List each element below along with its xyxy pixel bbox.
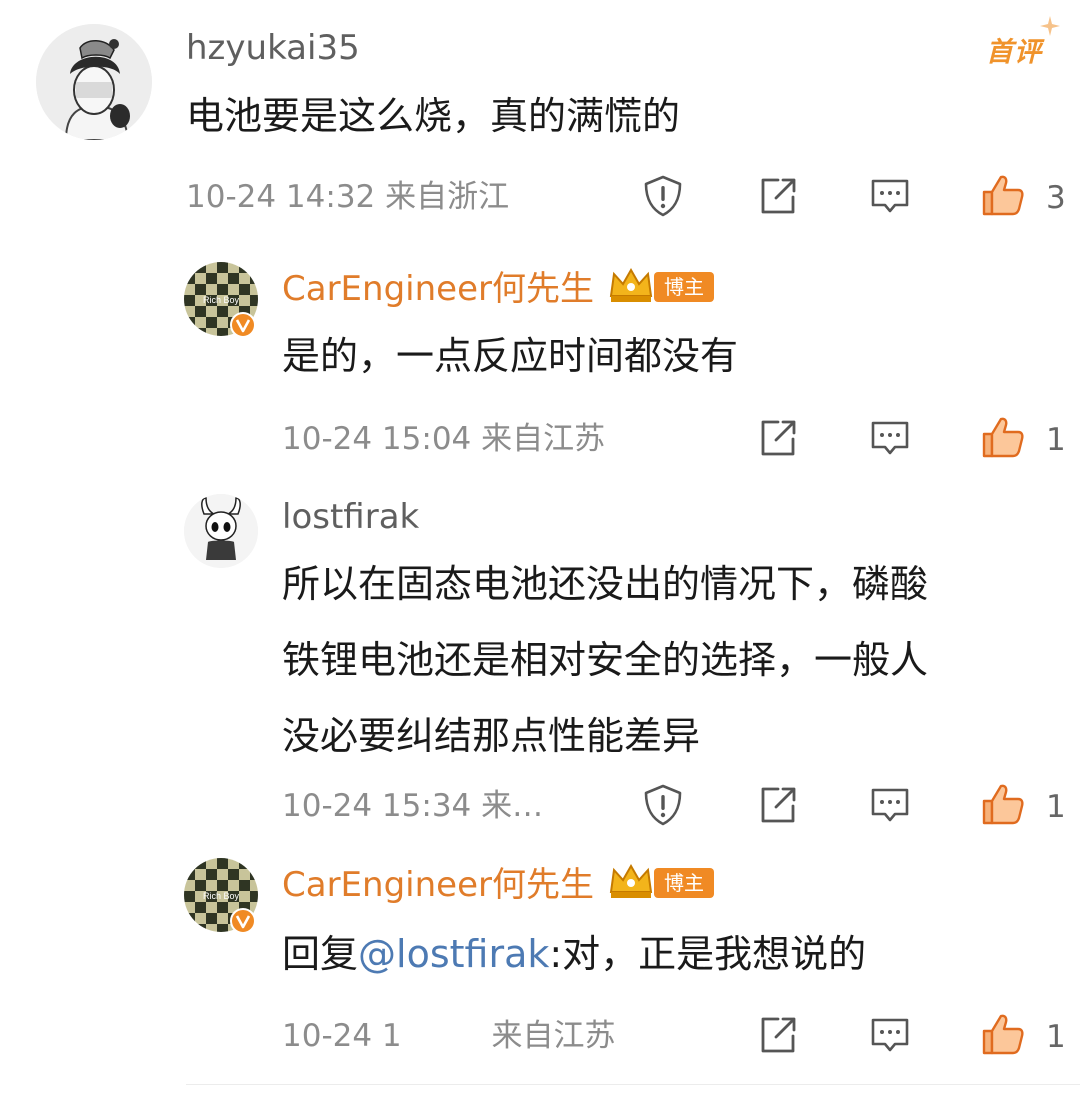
reply-text-line: 没必要纠结那点性能差异	[282, 714, 701, 758]
report-icon[interactable]	[641, 783, 685, 827]
crown-icon	[609, 863, 653, 898]
comment-icon[interactable]	[868, 174, 912, 218]
reply-prefix: 回复	[282, 932, 359, 976]
like-count: 1	[1046, 422, 1066, 458]
host-badge: 博主	[654, 272, 714, 302]
comment-icon[interactable]	[868, 1013, 912, 1057]
comment-icon[interactable]	[868, 416, 912, 460]
commenter-name[interactable]: CarEngineer何先生	[282, 865, 594, 905]
like-icon[interactable]	[980, 414, 1026, 460]
reply-meta: 10-24 1 来自江苏	[282, 1016, 616, 1056]
like-count: 1	[1046, 789, 1066, 825]
comment-text: 电池要是这么烧，真的满慌的	[186, 94, 681, 138]
reply-text-line: 所以在固态电池还没出的情况下，磷酸	[282, 562, 929, 606]
commenter-name[interactable]: CarEngineer何先生	[282, 269, 594, 309]
blurred-region	[401, 1020, 482, 1055]
reply-body: :对，正是我想说的	[549, 932, 867, 976]
crown-icon	[609, 267, 653, 302]
avatar[interactable]	[36, 24, 152, 140]
avatar-label: Rich Boy	[203, 891, 240, 901]
reply-meta: 10-24 15:04 来自江苏	[282, 421, 606, 457]
like-icon[interactable]	[980, 1011, 1026, 1057]
comment-meta: 10-24 14:32 来自浙江	[186, 179, 510, 215]
reply-text-line: 铁锂电池还是相对安全的选择，一般人	[282, 638, 929, 682]
avatar[interactable]	[184, 494, 258, 568]
reply-text: 是的，一点反应时间都没有	[282, 334, 739, 378]
sparkle-icon	[1040, 16, 1060, 36]
verified-icon	[230, 908, 256, 934]
share-icon[interactable]	[756, 416, 800, 460]
report-icon[interactable]	[641, 174, 685, 218]
comment-icon[interactable]	[868, 783, 912, 827]
reply-date: 10-24 1	[282, 1018, 402, 1054]
host-badge: 博主	[654, 868, 714, 898]
share-icon[interactable]	[756, 783, 800, 827]
avatar-label: Rich Boy	[203, 295, 240, 305]
like-icon[interactable]	[980, 781, 1026, 827]
verified-icon	[230, 312, 256, 338]
reply-meta: 10-24 15:34 来…	[282, 788, 544, 824]
share-icon[interactable]	[756, 1013, 800, 1057]
reply-text: 回复@lostfirak:对，正是我想说的	[282, 914, 866, 994]
divider	[186, 1084, 1080, 1085]
share-icon[interactable]	[756, 174, 800, 218]
commenter-name[interactable]: hzyukai35	[186, 28, 360, 68]
first-comment-badge: 首评	[986, 37, 1042, 68]
like-count: 3	[1046, 180, 1066, 216]
mention-link[interactable]: @lostfirak	[358, 932, 549, 976]
reply-region: 来自江苏	[491, 1018, 616, 1054]
like-icon[interactable]	[980, 172, 1026, 218]
like-count: 1	[1046, 1019, 1066, 1055]
commenter-name[interactable]: lostfirak	[282, 497, 419, 537]
